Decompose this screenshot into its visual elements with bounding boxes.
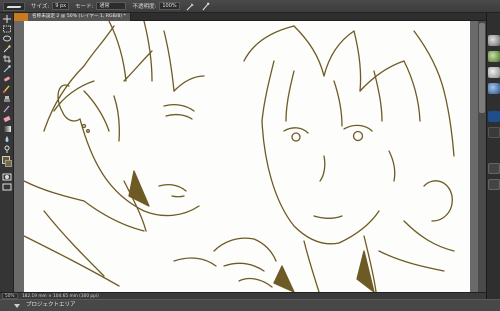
crop-icon[interactable] xyxy=(2,55,12,63)
size-field[interactable]: 9 px xyxy=(52,2,70,10)
canvas-workspace xyxy=(14,21,486,292)
gradient-icon[interactable] xyxy=(2,125,12,133)
vertical-scrollbar[interactable] xyxy=(478,21,486,292)
move-icon[interactable] xyxy=(2,15,12,23)
size-label: サイズ: xyxy=(31,4,50,10)
document-canvas[interactable] xyxy=(24,21,470,292)
eyedropper-icon[interactable] xyxy=(2,65,12,73)
opacity-field[interactable]: 100% xyxy=(159,2,180,10)
airbrush-icon[interactable] xyxy=(186,2,195,11)
dodge-icon[interactable] xyxy=(2,145,12,153)
chevron-down-icon[interactable] xyxy=(14,304,20,308)
mode-label: モード: xyxy=(75,4,94,10)
background-color-swatch[interactable] xyxy=(5,160,12,167)
right-panel-dock xyxy=(486,13,500,299)
tools-panel xyxy=(0,13,14,299)
layers-panel-icon[interactable] xyxy=(488,111,500,122)
tab-accent xyxy=(14,13,28,21)
status-bar: 50% 182.19 mm × 104.65 mm (300 ppi) xyxy=(0,292,486,299)
adjustments-panel-icon[interactable] xyxy=(488,83,500,94)
eraser-icon[interactable] xyxy=(2,115,12,123)
healing-icon[interactable] xyxy=(2,75,12,83)
swatches-panel-icon[interactable] xyxy=(488,51,500,62)
magic-wand-icon[interactable] xyxy=(2,45,12,53)
styles-panel-icon[interactable] xyxy=(488,67,500,78)
blur-icon[interactable] xyxy=(2,135,12,143)
line-art-drawing xyxy=(24,21,455,292)
photoshop-window: サイズ: 9 px モード: 通常 不透明度: 100% 名称未設定 2 @ 5… xyxy=(0,0,500,311)
channels-panel-icon[interactable] xyxy=(488,127,500,138)
tablet-pressure-icon[interactable] xyxy=(201,2,210,11)
scrollbar-thumb[interactable] xyxy=(479,23,485,113)
opacity-label: 不透明度: xyxy=(132,4,157,10)
document-tab-bar: 名称未設定 2 @ 50% (レイヤー 1, RGB/8) * xyxy=(14,13,486,21)
project-panel[interactable]: プロジェクトエリア xyxy=(0,299,500,311)
history-panel-icon[interactable] xyxy=(488,163,500,174)
options-bar: サイズ: 9 px モード: 通常 不透明度: 100% xyxy=(0,0,500,13)
color-panel-icon[interactable] xyxy=(488,35,500,46)
clone-stamp-icon[interactable] xyxy=(2,95,12,103)
history-brush-icon[interactable] xyxy=(2,105,12,113)
tab-document[interactable]: 名称未設定 2 @ 50% (レイヤー 1, RGB/8) * xyxy=(28,13,131,21)
mode-select[interactable]: 通常 xyxy=(96,2,127,10)
screen-mode-icon[interactable] xyxy=(2,183,12,191)
paths-panel-icon[interactable] xyxy=(488,179,500,190)
brush-icon[interactable] xyxy=(2,85,12,93)
quick-mask-icon[interactable] xyxy=(2,173,12,181)
brush-preset-picker[interactable] xyxy=(3,1,25,11)
project-panel-label: プロジェクトエリア xyxy=(26,302,76,308)
lasso-icon[interactable] xyxy=(2,35,12,43)
marquee-icon[interactable] xyxy=(2,25,12,33)
